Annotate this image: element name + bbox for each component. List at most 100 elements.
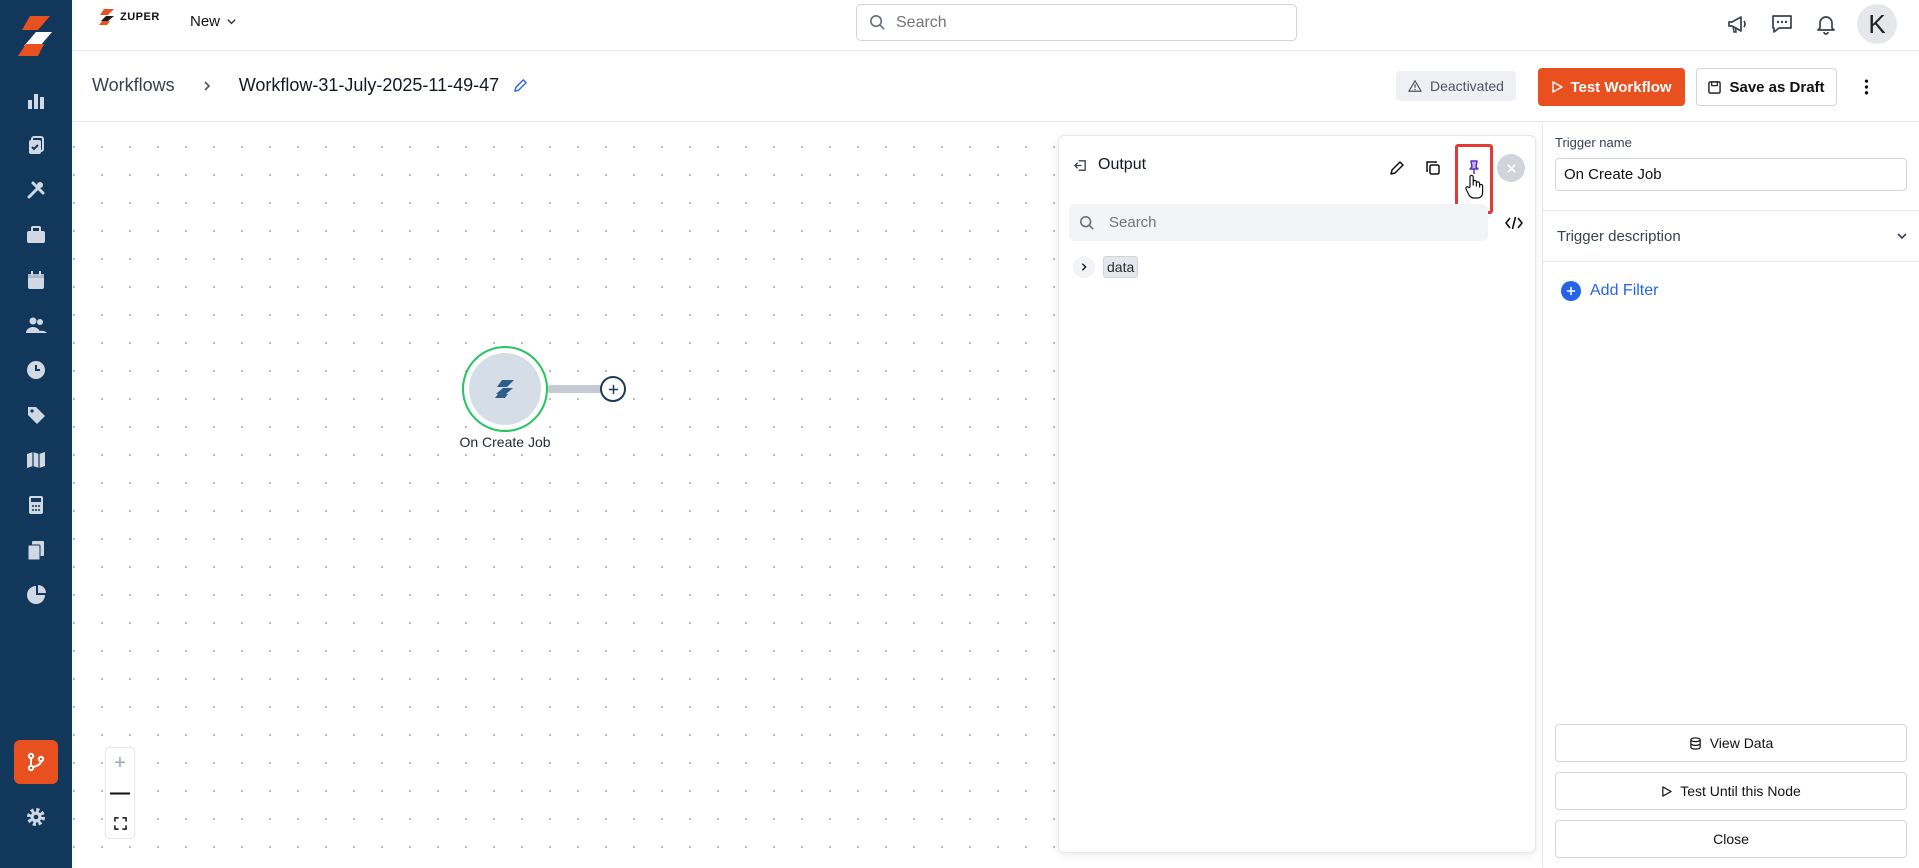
new-menu-button[interactable]: New <box>190 13 237 30</box>
kebab-menu-icon <box>1864 79 1868 95</box>
trigger-name-input[interactable] <box>1555 158 1907 191</box>
chevron-right-icon <box>1081 263 1087 271</box>
top-icons: K <box>1725 4 1897 44</box>
zuper-node-icon <box>495 380 514 398</box>
test-workflow-label: Test Workflow <box>1570 78 1672 96</box>
sidebar-item-schedule[interactable] <box>14 258 58 302</box>
trigger-name-label: Trigger name <box>1555 135 1632 150</box>
add-filter-label: Add Filter <box>1590 282 1659 299</box>
expand-toggle[interactable] <box>1073 256 1095 278</box>
trigger-node-inner <box>469 353 541 425</box>
copy-output-button[interactable] <box>1420 155 1446 181</box>
edit-output-button[interactable] <box>1384 155 1410 181</box>
sidebar-item-workflows[interactable] <box>14 740 58 784</box>
breadcrumb: Workflows Workflow-31-July-2025-11-49-47 <box>92 75 528 96</box>
output-icon <box>1073 159 1086 171</box>
calculator-icon <box>29 496 43 514</box>
sidebar <box>0 0 72 868</box>
close-output-button[interactable] <box>1497 154 1525 182</box>
output-title: Output <box>1098 156 1147 173</box>
zoom-out-button[interactable]: — <box>107 780 133 806</box>
close-icon <box>1506 163 1516 173</box>
search-icon <box>1079 215 1094 230</box>
search-icon <box>870 15 885 30</box>
add-filter-button[interactable]: Add Filter <box>1561 281 1658 301</box>
sidebar-item-jobs[interactable] <box>14 123 58 167</box>
workflow-header: Workflows Workflow-31-July-2025-11-49-47… <box>72 51 1919 122</box>
play-icon <box>1662 785 1672 797</box>
output-header: Output <box>1073 156 1146 174</box>
close-panel-button[interactable]: Close <box>1555 820 1907 858</box>
global-search-input[interactable] <box>896 13 1276 32</box>
settings-icon <box>27 808 45 826</box>
trigger-description-label: Trigger description <box>1557 227 1681 245</box>
add-node-button[interactable] <box>600 376 626 402</box>
view-data-label: View Data <box>1709 735 1774 751</box>
database-icon <box>1689 736 1701 750</box>
save-as-draft-label: Save as Draft <box>1729 78 1825 96</box>
brand-logo[interactable]: ZUPER <box>98 8 160 26</box>
zoom-in-button[interactable]: + <box>107 750 133 776</box>
output-search[interactable] <box>1069 204 1488 241</box>
workflow-canvas[interactable]: On Create Job + — <box>72 123 1072 868</box>
copy-icon <box>1426 161 1440 175</box>
briefcase-icon <box>27 226 45 243</box>
test-until-node-button[interactable]: Test Until this Node <box>1555 772 1907 810</box>
chat-button[interactable] <box>1769 11 1795 37</box>
trigger-node-label: On Create Job <box>459 434 551 450</box>
new-menu-label: New <box>190 13 221 30</box>
tag-icon <box>28 407 45 424</box>
save-icon <box>1708 80 1722 94</box>
map-icon <box>27 452 45 468</box>
sidebar-item-documents[interactable] <box>14 528 58 572</box>
sidebar-item-pricing[interactable] <box>14 393 58 437</box>
status-badge: Deactivated <box>1396 71 1516 101</box>
sidebar-item-customers[interactable] <box>14 303 58 347</box>
users-icon <box>26 317 47 333</box>
test-workflow-button[interactable]: Test Workflow <box>1538 68 1685 106</box>
test-until-node-label: Test Until this Node <box>1680 783 1801 799</box>
pencil-icon <box>1390 161 1404 175</box>
sidebar-item-map[interactable] <box>14 438 58 482</box>
output-search-input[interactable] <box>1109 214 1449 231</box>
view-data-button[interactable]: View Data <box>1555 724 1907 762</box>
megaphone-icon <box>1728 16 1746 33</box>
tree-key[interactable]: data <box>1103 256 1139 278</box>
close-panel-label: Close <box>1713 831 1749 847</box>
sidebar-item-projects[interactable] <box>14 213 58 257</box>
save-as-draft-button[interactable]: Save as Draft <box>1696 68 1837 106</box>
tree-row-data: data <box>1073 256 1139 278</box>
sidebar-item-settings[interactable] <box>14 795 58 839</box>
status-label: Deactivated <box>1430 78 1504 94</box>
sidebar-item-analytics[interactable] <box>14 573 58 617</box>
calendar-icon <box>28 271 44 289</box>
global-search[interactable] <box>856 4 1297 41</box>
bell-icon <box>1817 16 1835 35</box>
hand-cursor-icon <box>1463 172 1485 202</box>
announcements-button[interactable] <box>1725 11 1751 37</box>
top-bar: ZUPER New K <box>72 0 1919 51</box>
trigger-node[interactable] <box>462 346 548 432</box>
sidebar-item-reports[interactable] <box>14 78 58 122</box>
documents-icon <box>27 541 44 561</box>
more-options-button[interactable] <box>1856 75 1876 99</box>
breadcrumb-workflows-link[interactable]: Workflows <box>92 75 175 96</box>
notifications-button[interactable] <box>1813 11 1839 37</box>
edit-name-icon[interactable] <box>513 78 528 93</box>
avatar[interactable]: K <box>1857 4 1897 44</box>
chevron-down-icon <box>227 19 236 25</box>
clock-icon <box>27 361 45 379</box>
sidebar-item-tools[interactable] <box>14 168 58 212</box>
pie-chart-icon <box>27 585 46 604</box>
zuper-logo-icon[interactable] <box>16 14 56 58</box>
jobs-icon <box>29 136 44 154</box>
chat-icon <box>1772 15 1792 33</box>
bar-chart-icon <box>28 94 44 109</box>
code-view-button[interactable] <box>1501 210 1527 236</box>
zoom-controls: + — <box>105 747 135 839</box>
sidebar-item-invoices[interactable] <box>14 483 58 527</box>
trigger-description-toggle[interactable]: Trigger description <box>1543 210 1919 262</box>
fullscreen-icon <box>113 816 127 830</box>
sidebar-item-timesheets[interactable] <box>14 348 58 392</box>
fit-view-button[interactable] <box>107 810 133 836</box>
